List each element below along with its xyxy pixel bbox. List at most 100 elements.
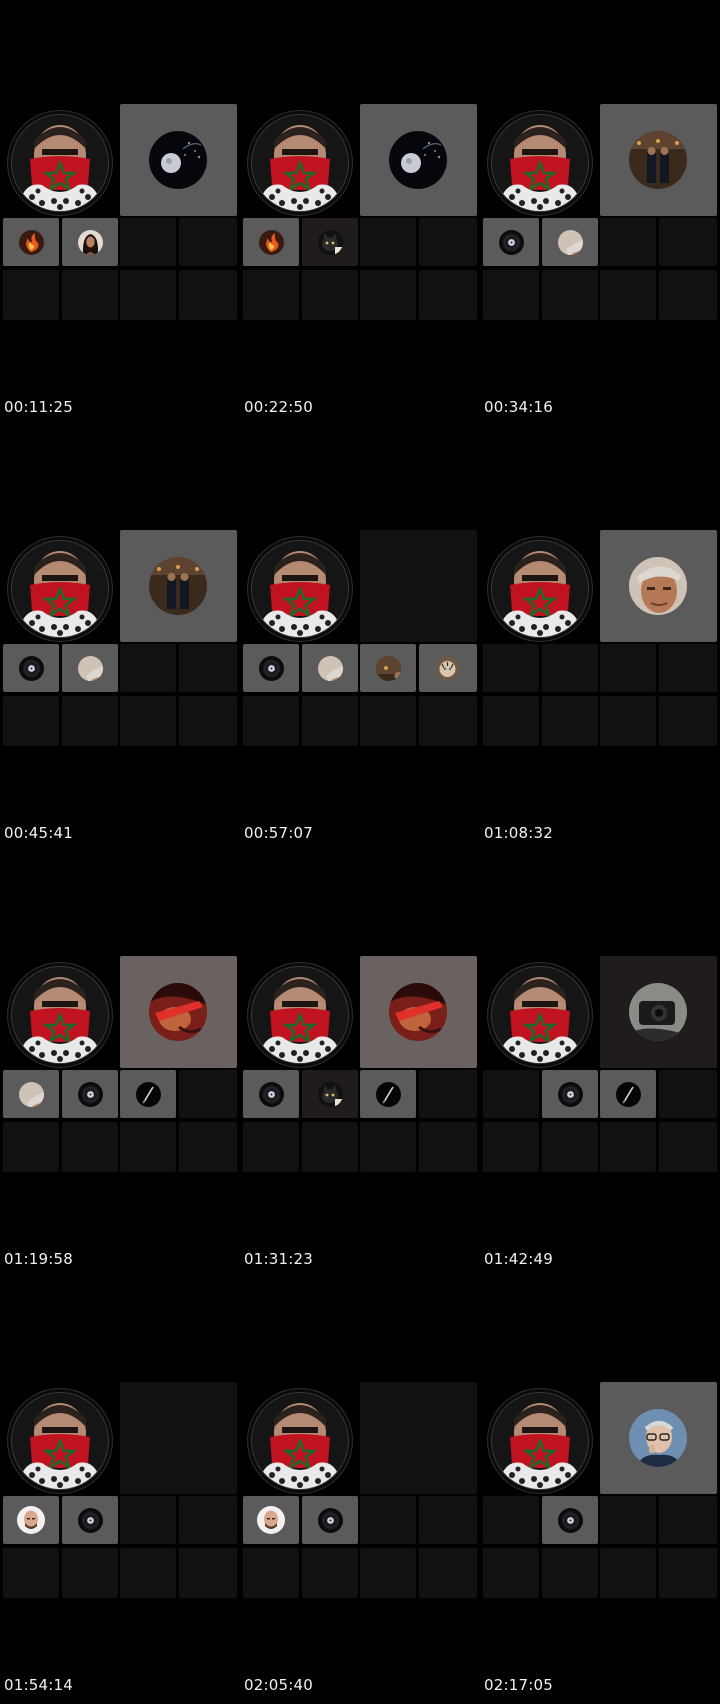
empty-tile <box>120 1548 176 1598</box>
participant-grid <box>3 104 237 321</box>
participant-tile[interactable] <box>419 1496 477 1544</box>
speaker-tile[interactable] <box>120 1382 237 1494</box>
host-tile[interactable] <box>3 1382 118 1492</box>
speaker-tile[interactable] <box>120 956 237 1068</box>
speaker-avatar <box>629 557 687 615</box>
participant-tile[interactable] <box>360 218 416 266</box>
participant-tile[interactable] <box>179 1070 237 1118</box>
host-tile[interactable] <box>483 530 598 640</box>
participant-tile[interactable] <box>302 1496 358 1544</box>
participant-tile[interactable] <box>483 1070 539 1118</box>
participant-tile[interactable] <box>419 218 477 266</box>
participant-avatar <box>558 1508 583 1533</box>
host-tile[interactable] <box>3 104 118 214</box>
participant-tile[interactable] <box>600 1496 656 1544</box>
empty-tile <box>419 1122 477 1172</box>
participant-tile[interactable] <box>659 1496 717 1544</box>
host-tile[interactable] <box>483 956 598 1066</box>
participant-tile[interactable] <box>483 218 539 266</box>
participant-tile[interactable] <box>542 218 598 266</box>
video-frame: 01:19:58 <box>0 852 240 1278</box>
participant-tile[interactable] <box>243 1496 299 1544</box>
participant-tile[interactable] <box>659 1070 717 1118</box>
speaker-tile[interactable] <box>600 956 717 1068</box>
empty-tile <box>659 696 717 746</box>
host-tile[interactable] <box>243 104 358 214</box>
speaker-tile[interactable] <box>600 104 717 216</box>
participant-tile[interactable] <box>62 1496 118 1544</box>
speaker-tile[interactable] <box>360 1382 477 1494</box>
empty-tile <box>483 1122 539 1172</box>
participant-tile[interactable] <box>659 644 717 692</box>
participant-tile[interactable] <box>302 644 358 692</box>
speaker-tile[interactable] <box>120 104 237 216</box>
participant-tile[interactable] <box>243 644 299 692</box>
empty-tile <box>483 696 539 746</box>
participant-grid <box>243 956 477 1173</box>
host-tile[interactable] <box>243 530 358 640</box>
participant-tile[interactable] <box>120 1070 176 1118</box>
participant-avatar <box>259 1082 284 1107</box>
speaker-tile[interactable] <box>360 956 477 1068</box>
participant-tile[interactable] <box>419 644 477 692</box>
empty-tile <box>542 1122 598 1172</box>
participant-tile[interactable] <box>62 218 118 266</box>
speaker-avatar <box>629 1409 687 1467</box>
participant-tile[interactable] <box>600 1070 656 1118</box>
participant-tile[interactable] <box>179 644 237 692</box>
participant-tile[interactable] <box>62 1070 118 1118</box>
speaker-tile[interactable] <box>120 530 237 642</box>
participant-tile[interactable] <box>179 218 237 266</box>
participant-tile[interactable] <box>483 644 539 692</box>
participant-tile[interactable] <box>120 218 176 266</box>
empty-tile <box>542 696 598 746</box>
timestamp-label: 01:42:49 <box>484 1250 553 1268</box>
participant-grid <box>483 956 717 1173</box>
participant-tile[interactable] <box>483 1496 539 1544</box>
timestamp-label: 00:22:50 <box>244 398 313 416</box>
host-avatar <box>491 966 589 1064</box>
host-tile[interactable] <box>483 1382 598 1492</box>
host-tile[interactable] <box>3 956 118 1066</box>
host-tile[interactable] <box>483 104 598 214</box>
host-tile[interactable] <box>243 956 358 1066</box>
host-avatar <box>251 114 349 212</box>
participant-tile[interactable] <box>3 1070 59 1118</box>
participant-tile[interactable] <box>419 1070 477 1118</box>
participant-tile[interactable] <box>3 644 59 692</box>
empty-tile <box>600 1548 656 1598</box>
participant-tile[interactable] <box>179 1496 237 1544</box>
participant-tile[interactable] <box>302 1070 358 1118</box>
empty-tile <box>483 270 539 320</box>
host-tile[interactable] <box>3 530 118 640</box>
participant-tile[interactable] <box>360 1496 416 1544</box>
participant-tile[interactable] <box>3 1496 59 1544</box>
participant-tile[interactable] <box>360 644 416 692</box>
video-frame: 02:17:05 <box>480 1278 720 1704</box>
empty-tile <box>302 270 358 320</box>
speaker-tile[interactable] <box>600 530 717 642</box>
participant-tile[interactable] <box>600 644 656 692</box>
host-tile[interactable] <box>243 1382 358 1492</box>
participant-tile[interactable] <box>120 1496 176 1544</box>
participant-tile[interactable] <box>62 644 118 692</box>
participant-avatar <box>435 656 460 681</box>
participant-tile[interactable] <box>542 1496 598 1544</box>
participant-tile[interactable] <box>542 1070 598 1118</box>
speaker-avatar <box>389 983 447 1041</box>
participant-tile[interactable] <box>542 644 598 692</box>
participant-tile[interactable] <box>243 218 299 266</box>
participant-tile[interactable] <box>120 644 176 692</box>
participant-tile[interactable] <box>659 218 717 266</box>
speaker-tile[interactable] <box>360 530 477 642</box>
empty-tile <box>243 696 299 746</box>
participant-tile[interactable] <box>3 218 59 266</box>
empty-tile <box>542 270 598 320</box>
participant-tile[interactable] <box>360 1070 416 1118</box>
participant-tile[interactable] <box>302 218 358 266</box>
speaker-tile[interactable] <box>600 1382 717 1494</box>
speaker-tile[interactable] <box>360 104 477 216</box>
participant-tile[interactable] <box>600 218 656 266</box>
participant-tile[interactable] <box>243 1070 299 1118</box>
host-avatar <box>491 114 589 212</box>
